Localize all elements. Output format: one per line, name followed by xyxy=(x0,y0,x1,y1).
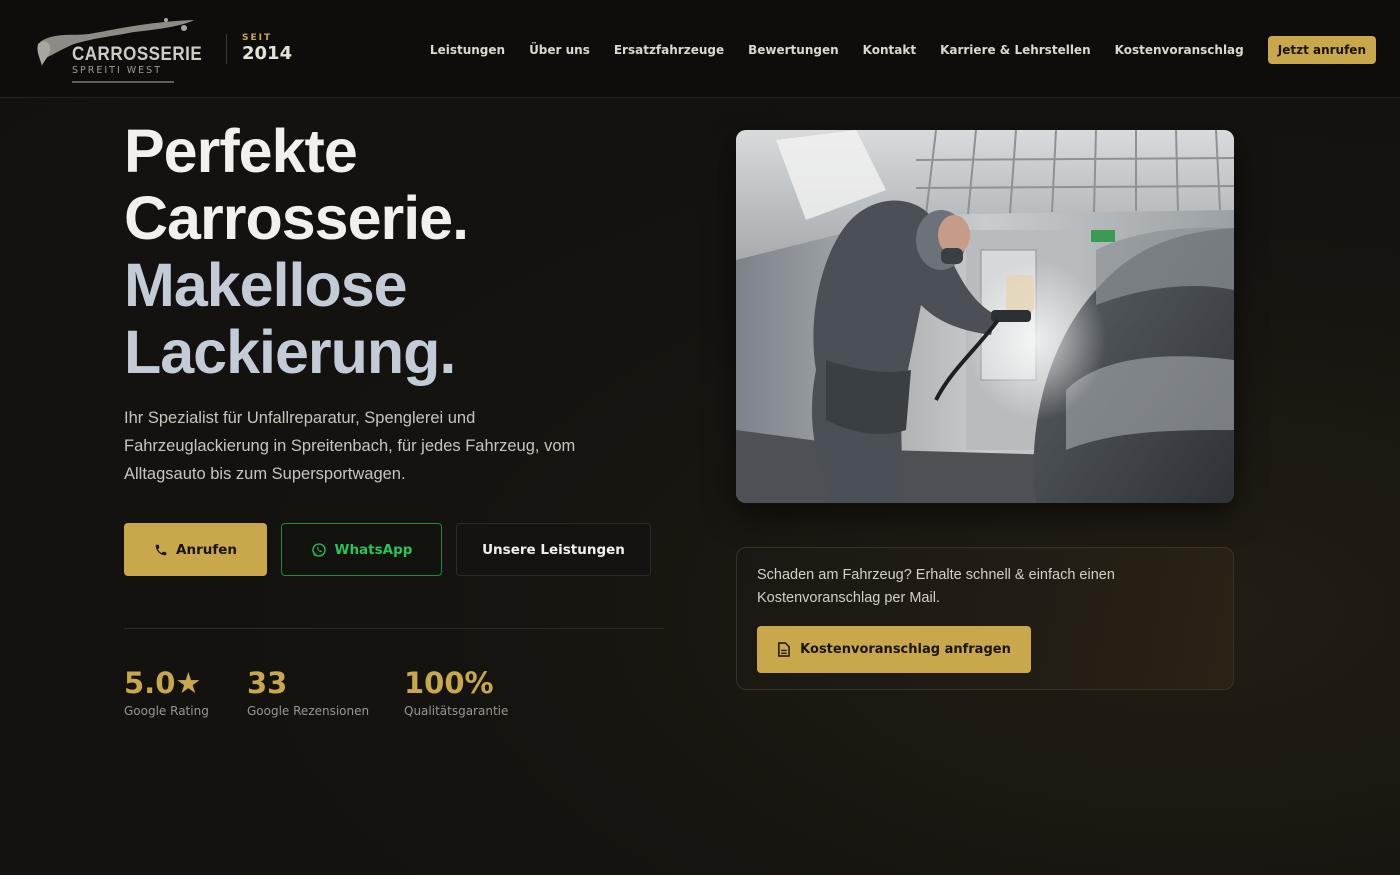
company-logo[interactable]: CARROSSERIE SPREITI WEST xyxy=(34,14,204,86)
nav-link-karriere[interactable]: Karriere & Lehrstellen xyxy=(940,43,1091,57)
quote-request-card: Schaden am Fahrzeug? Erhalte schnell & e… xyxy=(736,547,1234,690)
stat-rating: 5.0★ Google Rating xyxy=(124,666,209,718)
hero-lead-text: Ihr Spezialist für Unfallreparatur, Spen… xyxy=(124,409,576,483)
phone-icon xyxy=(155,544,167,555)
request-quote-button[interactable]: Kostenvoranschlag anfragen xyxy=(757,626,1031,673)
request-quote-button-label: Kostenvoranschlag anfragen xyxy=(800,642,1011,657)
headline-line-1: Perfekte Carrosserie. xyxy=(124,117,469,252)
since-year: 2014 xyxy=(242,43,293,64)
call-button-label: Anrufen xyxy=(176,541,237,558)
call-button[interactable]: Anrufen xyxy=(124,523,267,576)
services-button[interactable]: Unsere Leistungen xyxy=(456,523,651,576)
logo-subtext: SPREITI WEST xyxy=(72,65,163,76)
whatsapp-icon xyxy=(311,542,326,557)
document-icon xyxy=(778,642,790,657)
headline-line-2: Makellose Lackierung. xyxy=(124,251,456,386)
whatsapp-button-label: WhatsApp xyxy=(334,541,413,558)
nav-link-ueber-uns[interactable]: Über uns xyxy=(529,43,590,57)
stat-reviews: 33 Google Rezensionen xyxy=(247,666,369,718)
nav-link-leistungen[interactable]: Leistungen xyxy=(430,43,505,57)
whatsapp-button[interactable]: WhatsApp xyxy=(281,523,442,576)
site-header: CARROSSERIE SPREITI WEST SEIT 2014 Leist… xyxy=(0,0,1400,98)
nav-link-kontakt[interactable]: Kontakt xyxy=(863,43,916,57)
hero-image-paint-booth xyxy=(736,130,1234,503)
stat-quality-value: 100% xyxy=(404,666,494,700)
services-button-label: Unsere Leistungen xyxy=(482,541,625,558)
stat-quality-label: Qualitätsgarantie xyxy=(404,704,509,718)
stat-reviews-label: Google Rezensionen xyxy=(247,704,370,718)
stat-rating-label: Google Rating xyxy=(124,704,209,718)
nav-link-ersatzfahrzeuge[interactable]: Ersatzfahrzeuge xyxy=(614,43,724,57)
stats-divider xyxy=(124,628,664,629)
quote-request-text: Schaden am Fahrzeug? Erhalte schnell & e… xyxy=(757,567,1115,606)
stat-reviews-value: 33 xyxy=(247,666,288,700)
nav-link-bewertungen[interactable]: Bewertungen xyxy=(748,43,839,57)
call-now-button[interactable]: Jetzt anrufen xyxy=(1267,36,1376,64)
since-label: SEIT xyxy=(242,33,273,43)
logo-wordmark: CARROSSERIE xyxy=(72,42,203,65)
nav-link-kostenvoranschlag[interactable]: Kostenvoranschlag xyxy=(1115,43,1244,57)
main-navigation: Leistungen Über uns Ersatzfahrzeuge Bewe… xyxy=(430,36,1376,64)
stat-rating-value: 5.0★ xyxy=(124,666,202,700)
stat-quality: 100% Qualitätsgarantie xyxy=(404,666,508,718)
logo-divider xyxy=(226,34,227,64)
hero-headline: Perfekte Carrosserie. Makellose Lackieru… xyxy=(124,118,684,386)
